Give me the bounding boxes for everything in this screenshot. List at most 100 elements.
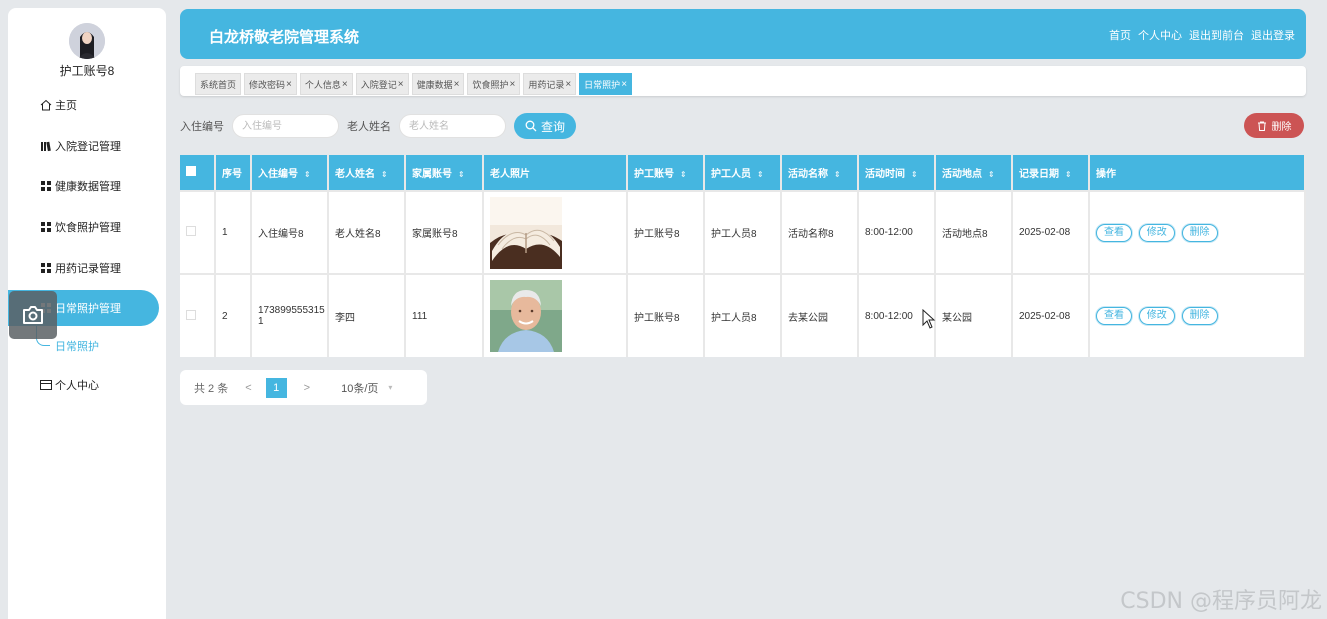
delete-button-label: 删除 <box>1271 122 1292 133</box>
col-index: 序号 <box>215 155 252 191</box>
cell-date: 2025-02-08 <box>1012 273 1090 357</box>
close-icon[interactable]: × <box>621 79 627 90</box>
page-size-select[interactable]: 10条/页 <box>341 380 378 396</box>
header-link-profile[interactable]: 个人中心 <box>1138 27 1182 43</box>
grid-icon <box>39 180 52 193</box>
tab-personal-info[interactable]: 个人信息 × <box>299 73 353 95</box>
cell-worker-account: 护工账号8 <box>627 190 705 274</box>
next-page-button[interactable]: > <box>304 382 310 394</box>
sidebar-item-checkin[interactable]: 入院登记管理 <box>8 128 159 164</box>
cell-activity: 活动名称8 <box>781 190 859 274</box>
col-time[interactable]: 活动时间 ⇕ <box>858 155 936 191</box>
sidebar-item-label: 个人中心 <box>55 380 99 392</box>
header-links: 首页 个人中心 退出到前台 退出登录 <box>1109 27 1295 43</box>
sort-icon[interactable]: ⇕ <box>1065 170 1072 179</box>
sort-icon[interactable]: ⇕ <box>381 170 388 179</box>
cell-family: 家属账号8 <box>405 190 484 274</box>
edit-button[interactable]: 修改 <box>1138 307 1175 325</box>
avatar[interactable] <box>69 23 105 59</box>
tab-label: 入院登记 <box>360 79 397 90</box>
view-button[interactable]: 查看 <box>1096 223 1132 242</box>
col-place[interactable]: 活动地点 ⇕ <box>935 155 1013 191</box>
header-link-home[interactable]: 首页 <box>1109 27 1131 43</box>
select-all-checkbox[interactable] <box>180 155 216 191</box>
cell-place: 某公园 <box>935 273 1013 357</box>
table-row: 1 入住编号8 老人姓名8 家属账号8 护工账号8 护工人员8 活动名称8 8:… <box>180 190 1306 274</box>
cell-index: 2 <box>215 273 252 357</box>
view-button[interactable]: 查看 <box>1096 307 1132 325</box>
prev-page-button[interactable]: < <box>245 382 251 394</box>
col-worker[interactable]: 护工人员 ⇕ <box>704 155 782 191</box>
sort-icon[interactable]: ⇕ <box>458 170 465 179</box>
col-elder-name[interactable]: 老人姓名 ⇕ <box>328 155 406 191</box>
cell-checkin-no: 入住编号8 <box>251 190 329 274</box>
header-link-logout[interactable]: 退出登录 <box>1251 27 1295 43</box>
sidebar-item-label: 入院登记管理 <box>55 141 121 153</box>
app-title: 白龙桥敬老院管理系统 <box>209 29 360 46</box>
delete-row-button[interactable]: 删除 <box>1181 307 1218 325</box>
tab-home[interactable]: 系统首页 <box>195 73 242 95</box>
tab-diet[interactable]: 饮食照护 × <box>467 73 521 95</box>
col-activity[interactable]: 活动名称 ⇕ <box>781 155 859 191</box>
elderly-man-photo[interactable] <box>490 280 562 352</box>
header-link-frontend[interactable]: 退出到前台 <box>1189 27 1244 43</box>
col-date[interactable]: 记录日期 ⇕ <box>1012 155 1090 191</box>
close-icon[interactable]: × <box>342 79 348 90</box>
close-icon[interactable]: × <box>509 79 515 90</box>
col-checkin-no[interactable]: 入住编号 ⇕ <box>251 155 329 191</box>
search-icon <box>525 120 537 132</box>
row-checkbox[interactable] <box>180 190 216 274</box>
close-icon[interactable]: × <box>565 79 571 90</box>
query-button[interactable]: 查询 <box>514 113 576 139</box>
delete-row-button[interactable]: 删除 <box>1181 223 1218 242</box>
tab-medication[interactable]: 用药记录 × <box>523 73 577 95</box>
sidebar-item-label: 健康数据管理 <box>55 181 121 193</box>
query-button-label: 查询 <box>540 119 565 134</box>
tab-checkin[interactable]: 入院登记 × <box>355 73 409 95</box>
book-photo[interactable] <box>490 196 562 269</box>
sidebar-subitem-daily-care[interactable]: 日常照护 <box>55 338 99 354</box>
row-checkbox[interactable] <box>180 273 216 357</box>
tab-health[interactable]: 健康数据 × <box>411 73 465 95</box>
tab-bar: 系统首页 修改密码 × 个人信息 × 入院登记 × 健康数据 × 饮食照护 × 用药记录 ×… <box>180 66 1306 96</box>
tab-label: 用药记录 <box>528 79 565 90</box>
cell-family: 111 <box>405 273 484 357</box>
table-row: 2 1738995553151 李四 111 护工账号8 护工人员8 去某公园 … <box>180 273 1306 357</box>
batch-delete-button[interactable]: 删除 <box>1244 113 1304 138</box>
edit-button[interactable]: 修改 <box>1138 223 1175 242</box>
screenshot-camera-button[interactable] <box>9 291 57 339</box>
sort-icon[interactable]: ⇕ <box>304 170 311 179</box>
sidebar-item-profile[interactable]: 个人中心 <box>8 367 159 403</box>
chevron-down-icon[interactable]: ▾ <box>388 383 392 392</box>
sort-icon[interactable]: ⇕ <box>988 170 995 179</box>
cell-actions: 查看 修改 删除 <box>1089 190 1306 274</box>
cell-index: 1 <box>215 190 252 274</box>
tab-password[interactable]: 修改密码 × <box>244 73 297 95</box>
close-icon[interactable]: × <box>286 79 292 90</box>
sort-icon[interactable]: ⇕ <box>680 170 687 179</box>
total-count: 共 2 条 <box>194 382 229 395</box>
sort-icon[interactable]: ⇕ <box>757 170 764 179</box>
sidebar-item-medication[interactable]: 用药记录管理 <box>8 250 159 286</box>
col-family-account[interactable]: 家属账号 ⇕ <box>405 155 484 191</box>
tab-daily-care[interactable]: 日常照护 × <box>579 73 633 95</box>
sidebar-item-home[interactable]: 主页 <box>8 87 159 123</box>
cell-time: 8:00-12:00 <box>858 190 936 274</box>
tab-label: 饮食照护 <box>472 79 509 90</box>
close-icon[interactable]: × <box>398 79 404 90</box>
tab-label: 修改密码 <box>249 79 286 90</box>
col-worker-account[interactable]: 护工账号 ⇕ <box>627 155 705 191</box>
top-header: 白龙桥敬老院管理系统 首页 个人中心 退出到前台 退出登录 <box>180 9 1306 59</box>
sidebar-item-health[interactable]: 健康数据管理 <box>8 168 159 204</box>
watermark: CSDN @程序员阿龙 <box>1120 589 1322 614</box>
book-icon <box>39 140 52 153</box>
sort-icon[interactable]: ⇕ <box>834 170 841 179</box>
close-icon[interactable]: × <box>454 79 460 90</box>
sort-icon[interactable]: ⇕ <box>911 170 918 179</box>
elder-name-input[interactable] <box>399 114 506 138</box>
checkin-no-input[interactable] <box>232 114 339 138</box>
page-1-button[interactable]: 1 <box>265 377 287 398</box>
col-actions: 操作 <box>1089 155 1306 191</box>
cell-photo <box>483 273 628 357</box>
sidebar-item-diet[interactable]: 饮食照护管理 <box>8 209 159 245</box>
